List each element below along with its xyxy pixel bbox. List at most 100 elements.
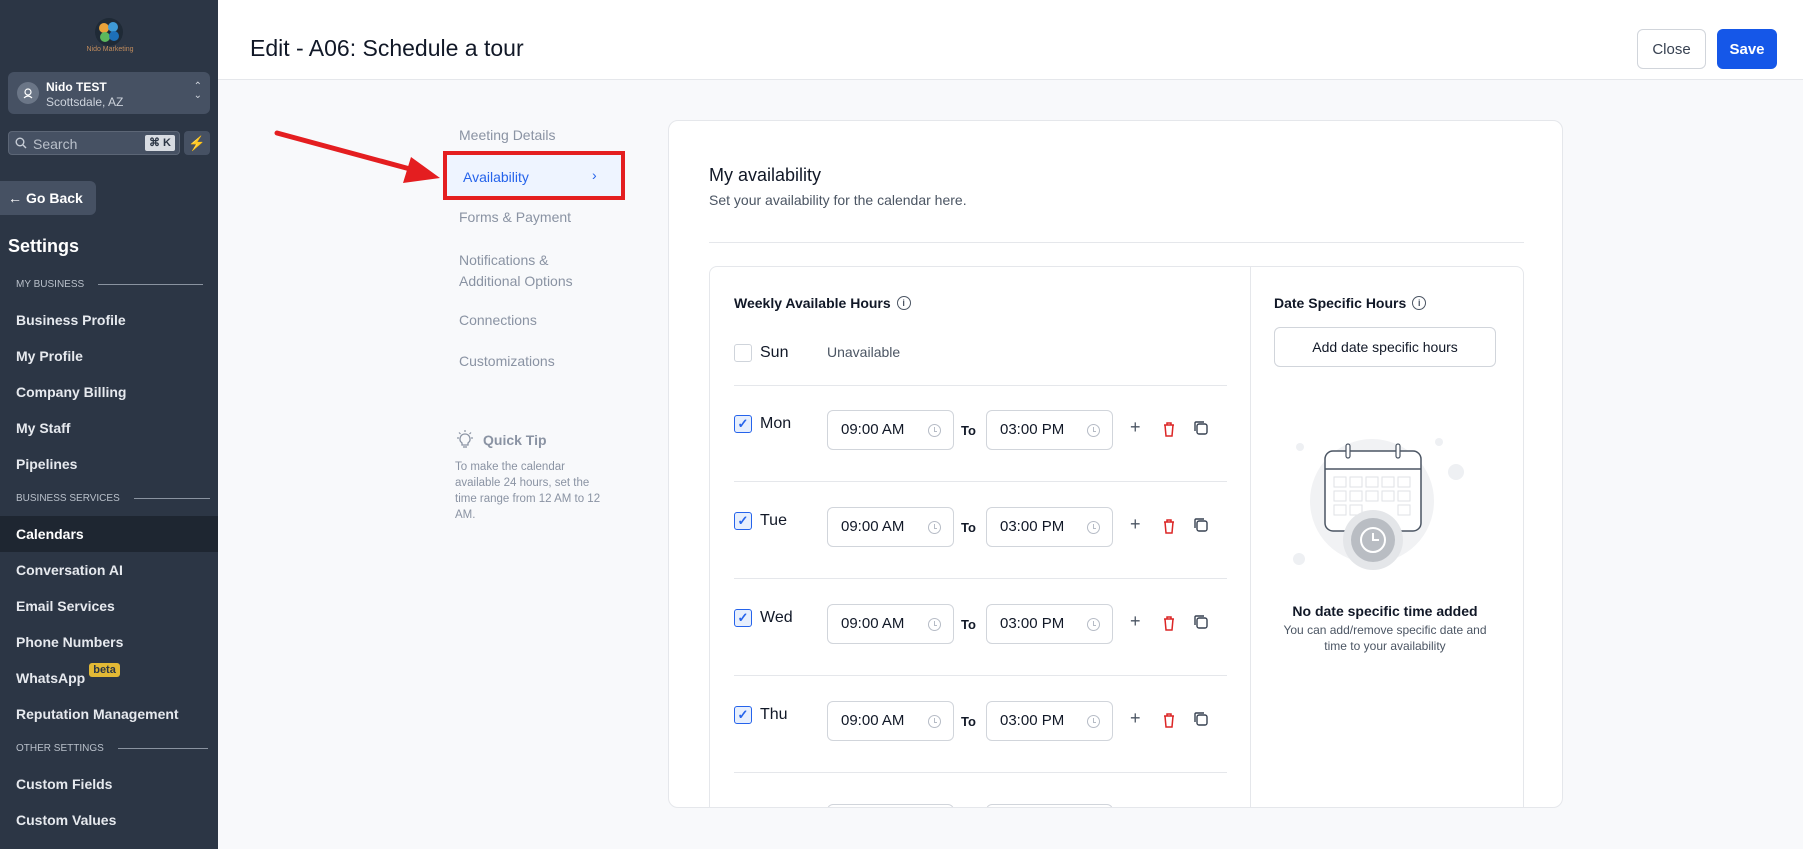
add-date-specific-hours-button[interactable]: Add date specific hours [1274,327,1496,367]
end-time-input[interactable] [986,804,1113,807]
quick-action-bolt-icon[interactable]: ⚡ [184,131,210,155]
date-specific-heading: Date Specific Hours i [1274,295,1427,311]
beta-badge: beta [89,663,120,677]
sidebar-item-calendars[interactable]: Calendars [0,516,218,552]
sidebar-item-conversation-ai[interactable]: Conversation AI [0,552,218,588]
tab-availability[interactable]: Availability › [443,151,625,200]
delete-trash-icon[interactable] [1162,518,1176,534]
tab-notifications-line2: Additional Options [459,273,573,289]
end-time-input[interactable]: 03:00 PM [986,604,1113,644]
tab-meeting-details[interactable]: Meeting Details [459,127,556,143]
start-time-input[interactable]: 09:00 AM [827,507,954,547]
checkbox-mon[interactable]: ✓ [734,415,752,433]
go-back-label: Go Back [26,190,83,206]
checkbox-sun[interactable] [734,344,752,362]
location-icon [17,82,39,104]
tab-customizations[interactable]: Customizations [459,353,555,369]
clock-icon [1087,424,1100,437]
hours-panel: Weekly Available Hours i Sun Unavailable… [709,266,1524,808]
start-time-value: 09:00 AM [841,615,905,632]
copy-icon[interactable] [1193,711,1209,727]
start-time-input[interactable]: 09:00 AM [827,604,954,644]
copy-icon[interactable] [1193,614,1209,630]
tab-notifications[interactable]: Notifications & Additional Options [459,250,573,292]
delete-trash-icon[interactable] [1162,712,1176,728]
sidebar-item-label: WhatsApp [16,670,86,686]
sidebar-item-pipelines[interactable]: Pipelines [0,446,218,482]
sidebar-item-custom-fields[interactable]: Custom Fields [0,766,218,802]
section-label: BUSINESS SERVICES [16,493,120,504]
sidebar-item-business-profile[interactable]: Business Profile [0,302,218,338]
search-input[interactable]: Search ⌘ K [8,131,180,155]
info-icon[interactable]: i [896,296,911,310]
page-header: Edit - A06: Schedule a tour Close Save [218,0,1803,80]
day-label: Wed [760,609,793,626]
checkbox-thu[interactable]: ✓ [734,706,752,724]
search-placeholder: Search [33,136,78,152]
start-time-value: 09:00 AM [841,421,905,438]
start-time-input[interactable]: 09:00 AM [827,410,954,450]
add-slot-plus-icon[interactable]: + [1130,417,1141,438]
section-other-settings: OTHER SETTINGS [16,743,208,754]
sidebar: Nido Marketing Nido TEST Scottsdale, AZ … [0,0,218,849]
start-time-value: 09:00 AM [841,712,905,729]
to-label: To [961,714,976,729]
tab-forms-payment[interactable]: Forms & Payment [459,209,571,225]
copy-icon[interactable] [1193,420,1209,436]
row-separator [734,675,1227,676]
arrow-left-icon: ← [8,190,22,206]
start-time-input[interactable]: 09:00 AM [827,701,954,741]
clock-icon [1087,715,1100,728]
end-time-input[interactable]: 03:00 PM [986,701,1113,741]
day-row-mon: ✓ Mon 09:00 AM To 03:00 PM + [734,410,1227,482]
day-row-wed: ✓ Wed 09:00 AM To 03:00 PM + [734,604,1227,676]
checkbox-wed[interactable]: ✓ [734,609,752,627]
info-icon[interactable]: i [1412,296,1427,310]
end-time-input[interactable]: 03:00 PM [986,507,1113,547]
end-time-value: 03:00 PM [1000,615,1065,632]
row-separator [734,772,1227,773]
day-label: Sun [760,344,789,361]
tab-availability-label: Availability [463,169,529,185]
sidebar-item-my-profile[interactable]: My Profile [0,338,218,374]
checkbox-fri[interactable] [734,807,752,808]
start-time-input[interactable] [827,804,954,807]
delete-trash-icon[interactable] [1162,421,1176,437]
end-time-value: 03:00 PM [1000,712,1065,729]
quick-tip-text: To make the calendar available 24 hours,… [455,461,601,521]
sidebar-item-email-services[interactable]: Email Services [0,588,218,624]
save-button[interactable]: Save [1717,29,1777,69]
vertical-divider [1250,267,1251,807]
go-back-button[interactable]: ← Go Back [0,181,96,215]
tab-connections[interactable]: Connections [459,312,537,328]
divider [709,242,1524,243]
sidebar-item-my-staff[interactable]: My Staff [0,410,218,446]
section-label: MY BUSINESS [16,279,85,290]
sidebar-item-custom-values[interactable]: Custom Values [0,802,218,838]
delete-trash-icon[interactable] [1162,615,1176,631]
weekly-hours-heading: Weekly Available Hours i [734,295,911,311]
day-label: Mon [760,415,792,432]
add-slot-plus-icon[interactable]: + [1130,708,1141,729]
sidebar-item-phone-numbers[interactable]: Phone Numbers [0,624,218,660]
location-switcher[interactable]: Nido TEST Scottsdale, AZ ⌃ ⌄ [8,72,210,114]
availability-subtitle: Set your availability for the calendar h… [709,192,967,208]
checkbox-tue[interactable]: ✓ [734,512,752,530]
sidebar-item-company-billing[interactable]: Company Billing [0,374,218,410]
copy-icon[interactable] [1193,517,1209,533]
add-slot-plus-icon[interactable]: + [1130,611,1141,632]
tab-notifications-line1: Notifications & [459,252,549,268]
clock-icon [928,424,941,437]
to-label: To [961,520,976,535]
unavailable-text: Unavailable [827,344,901,360]
day-label: Thu [760,706,788,723]
end-time-value: 03:00 PM [1000,518,1065,535]
day-label: Tue [760,512,787,529]
end-time-input[interactable]: 03:00 PM [986,410,1113,450]
close-button[interactable]: Close [1637,29,1706,69]
chevron-right-icon: › [592,167,597,183]
sidebar-item-reputation-management[interactable]: Reputation Management [0,696,218,732]
sidebar-item-whatsapp[interactable]: WhatsApp beta [0,660,218,696]
add-slot-plus-icon[interactable]: + [1130,514,1141,535]
search-icon [15,137,27,149]
